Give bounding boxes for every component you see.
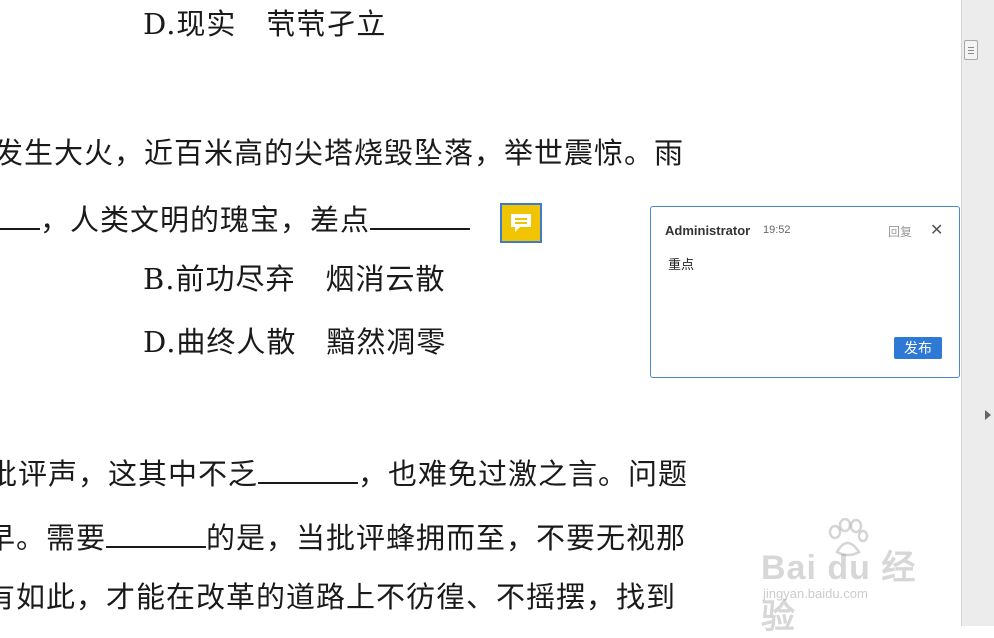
- comment-popup: Administrator 19:52 回复 ✕ 重点 发布: [650, 206, 960, 378]
- close-icon[interactable]: ✕: [930, 220, 943, 240]
- fill-blank: [370, 198, 471, 230]
- fill-blank: [258, 452, 359, 484]
- option-b-line: B.前功尽弃 烟消云散: [143, 262, 446, 296]
- paragraph-line: 发生大火，近百米高的尖塔烧毁坠落，举世震惊。雨: [0, 136, 685, 170]
- paragraph-line-with-blanks: ，人类文明的瑰宝，差点: [0, 198, 471, 238]
- comment-icon: [511, 214, 531, 232]
- vertical-scrollbar[interactable]: [961, 0, 994, 626]
- paragraph-line: 有如此，才能在改革的道路上不彷徨、不摇摆，找到: [0, 580, 677, 614]
- comment-time: 19:52: [763, 224, 791, 236]
- paragraph-line-with-blank: 早。需要 的是，当批评蜂拥而至，不要无视那: [0, 516, 686, 556]
- scrollbar-thumb[interactable]: [964, 40, 978, 60]
- fill-blank: [106, 516, 207, 548]
- publish-button[interactable]: 发布: [894, 337, 942, 359]
- option-d-line-2: D.曲终人散 黯然凋零: [143, 325, 447, 359]
- option-d-line-1: D.现实 茕茕孑立: [143, 7, 387, 41]
- comment-body[interactable]: 重点: [668, 254, 694, 273]
- comment-marker[interactable]: [500, 203, 542, 243]
- fill-blank: [0, 198, 40, 230]
- reply-button[interactable]: 回复: [888, 223, 912, 240]
- paragraph-line-with-blank: 批评声，这其中不乏 ，也难免过激之言。问题: [0, 452, 688, 492]
- expand-panel-icon[interactable]: [985, 410, 991, 420]
- comment-author: Administrator: [665, 223, 751, 238]
